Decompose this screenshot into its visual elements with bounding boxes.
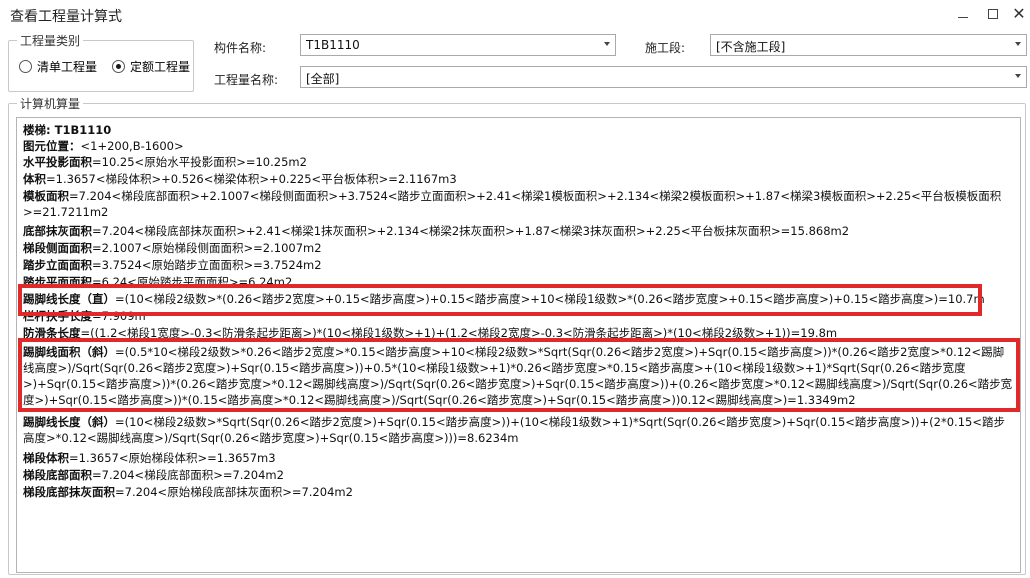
calculation-legend: 计算机算量 [17,95,84,112]
formula-label: 水平投影面积 [23,155,92,169]
quantity-type-legend: 工程量类别 [17,32,84,49]
component-name-label: 构件名称: [214,41,267,55]
chevron-down-icon [1015,42,1021,46]
minimize-icon [958,16,968,18]
close-icon: ✕ [1012,4,1026,23]
formula-label: 梯段底部抹灰面积 [23,485,115,499]
formula-label: 图元位置： [23,139,81,153]
formula-line-antislip-length: 防滑条长度=((1.2<梯段1宽度>-0.3<防滑条起步距离>)*(10<梯段1… [23,325,1015,341]
formula-label: 踏步立面面积 [23,258,92,272]
formula-label: 模板面积 [23,189,69,203]
formula-text: =3.7524<原始踏步立面面积>=3.7524m2 [92,258,322,272]
formula-line-side-area: 梯段侧面面积=2.1007<原始梯段侧面面积>=2.1007m2 [23,240,1015,256]
chevron-down-icon [1015,74,1021,78]
formula-line-tread-area: 踏步平面面积=6.24<原始踏步平面面积>=6.24m2 [23,274,1015,290]
formula-text: =(10<梯段2级数>*Sqrt(Sqr(0.26<踏步2宽度>)+Sqr(0.… [23,415,1005,445]
formula-line-volume: 体积=1.3657<梯段体积>+0.526<梯梁体积>+0.225<平台板体积>… [23,171,1015,187]
formula-line-skirting-area-slope: 踢脚线面积（斜）=(0.5*10<梯段2级数>*0.26<踏步2宽度>*0.15… [23,344,1015,412]
formula-line-riser-area: 踏步立面面积=3.7524<原始踏步立面面积>=3.7524m2 [23,257,1015,273]
formula-line-position: 图元位置：<1+200,B-1600> [23,138,1015,154]
maximize-icon [988,9,998,19]
formula-label: 踏步平面面积 [23,275,92,289]
formula-line-handrail-length: 栏杆扶手长度=7.909m [23,308,1015,324]
formula-line-projection-area: 水平投影面积=10.25<原始水平投影面积>=10.25m2 [23,154,1015,170]
formula-text: =1.3657<梯段体积>+0.526<梯梁体积>+0.225<平台板体积>=2… [46,172,457,186]
formula-label: 梯段体积 [23,451,69,465]
radio-selected-icon [112,60,125,73]
close-button[interactable]: ✕ [1004,4,1030,24]
construction-stage-select[interactable]: [不含施工段] [710,34,1027,56]
formula-line-flight-bottom-plaster: 梯段底部抹灰面积=7.204<原始梯段底部抹灰面积>=7.204m2 [23,484,1015,500]
formula-text: =6.24<原始踏步平面面积>=6.24m2 [92,275,293,289]
formula-label: 体积 [23,172,46,186]
formula-line-skirting-length-slope: 踢脚线长度（斜）=(10<梯段2级数>*Sqrt(Sqr(0.26<踏步2宽度>… [23,414,1015,448]
formula-textbox[interactable]: 楼梯: T1B1110 图元位置：<1+200,B-1600> 水平投影面积=1… [16,117,1021,573]
formula-label: 踢脚线长度（直） [23,292,115,306]
formula-text: =(10<梯段2级数>*(0.26<踏步2宽度>+0.15<踏步高度>)+0.1… [115,292,985,306]
formula-text: =7.204<梯段底部面积>+2.1007<梯段侧面面积>+3.7524<踏步立… [23,189,1002,219]
minimize-button[interactable] [948,4,978,24]
formula-line-skirting-length-straight: 踢脚线长度（直）=(10<梯段2级数>*(0.26<踏步2宽度>+0.15<踏步… [23,291,1015,307]
formula-label: 楼梯: T1B1110 [23,123,112,137]
formula-text: =(0.5*10<梯段2级数>*0.26<踏步2宽度>*0.15<踏步高度>+1… [23,345,1013,407]
radio-label: 清单工程量 [37,60,98,74]
formula-line-flight-volume: 梯段体积=1.3657<原始梯段体积>=1.3657m3 [23,450,1015,466]
formula-text: =1.3657<原始梯段体积>=1.3657m3 [69,451,276,465]
formula-label: 梯段侧面面积 [23,241,92,255]
chevron-down-icon [604,42,610,46]
formula-line-bottom-plaster: 底部抹灰面积=7.204<梯段底部抹灰面积>+2.41<梯梁1抹灰面积>+2.1… [23,223,1015,239]
formula-label: 踢脚线面积（斜） [23,345,115,359]
title-bar: 查看工程量计算式 ✕ [0,0,1030,30]
formula-label: 防滑条长度 [23,326,81,340]
formula-label: 底部抹灰面积 [23,224,92,238]
formula-text: =7.204<梯段底部抹灰面积>+2.41<梯梁1抹灰面积>+2.134<梯梁2… [92,224,850,238]
radio-quota-quantity[interactable]: 定额工程量 [112,58,190,75]
radio-circle-icon [19,60,32,73]
formula-line-flight-bottom-area: 梯段底部面积=7.204<梯段底部面积>=7.204m2 [23,467,1015,483]
window-title: 查看工程量计算式 [10,9,122,25]
construction-stage-value: [不含施工段] [716,40,786,54]
formula-label: 栏杆扶手长度 [23,309,92,323]
quantity-name-label: 工程量名称: [214,73,279,87]
formula-text: =7.909m [92,309,146,323]
formula-text: <1+200,B-1600> [80,139,184,153]
quantity-name-select[interactable]: [全部] [300,66,1027,88]
formula-line-formwork-area: 模板面积=7.204<梯段底部面积>+2.1007<梯段侧面面积>+3.7524… [23,188,1015,222]
construction-stage-label: 施工段: [645,41,686,55]
radio-label: 定额工程量 [130,60,191,74]
radio-bill-quantity[interactable]: 清单工程量 [19,58,97,75]
formula-text: =7.204<梯段底部面积>=7.204m2 [92,468,284,482]
formula-text: =7.204<原始梯段底部抹灰面积>=7.204m2 [115,485,353,499]
component-name-select[interactable]: T1B1110 [300,34,616,56]
component-name-value: T1B1110 [306,38,360,52]
formula-text: =2.1007<原始梯段侧面面积>=2.1007m2 [92,241,322,255]
formula-text: =10.25<原始水平投影面积>=10.25m2 [92,155,307,169]
formula-line-stair: 楼梯: T1B1110 [23,122,1015,138]
formula-label: 梯段底部面积 [23,468,92,482]
formula-label: 踢脚线长度（斜） [23,415,115,429]
quantity-type-group: 工程量类别 清单工程量 定额工程量 [8,32,194,92]
quantity-name-value: [全部] [306,72,340,86]
formula-text: =((1.2<梯段1宽度>-0.3<防滑条起步距离>)*(10<梯段1级数>+1… [80,326,838,340]
